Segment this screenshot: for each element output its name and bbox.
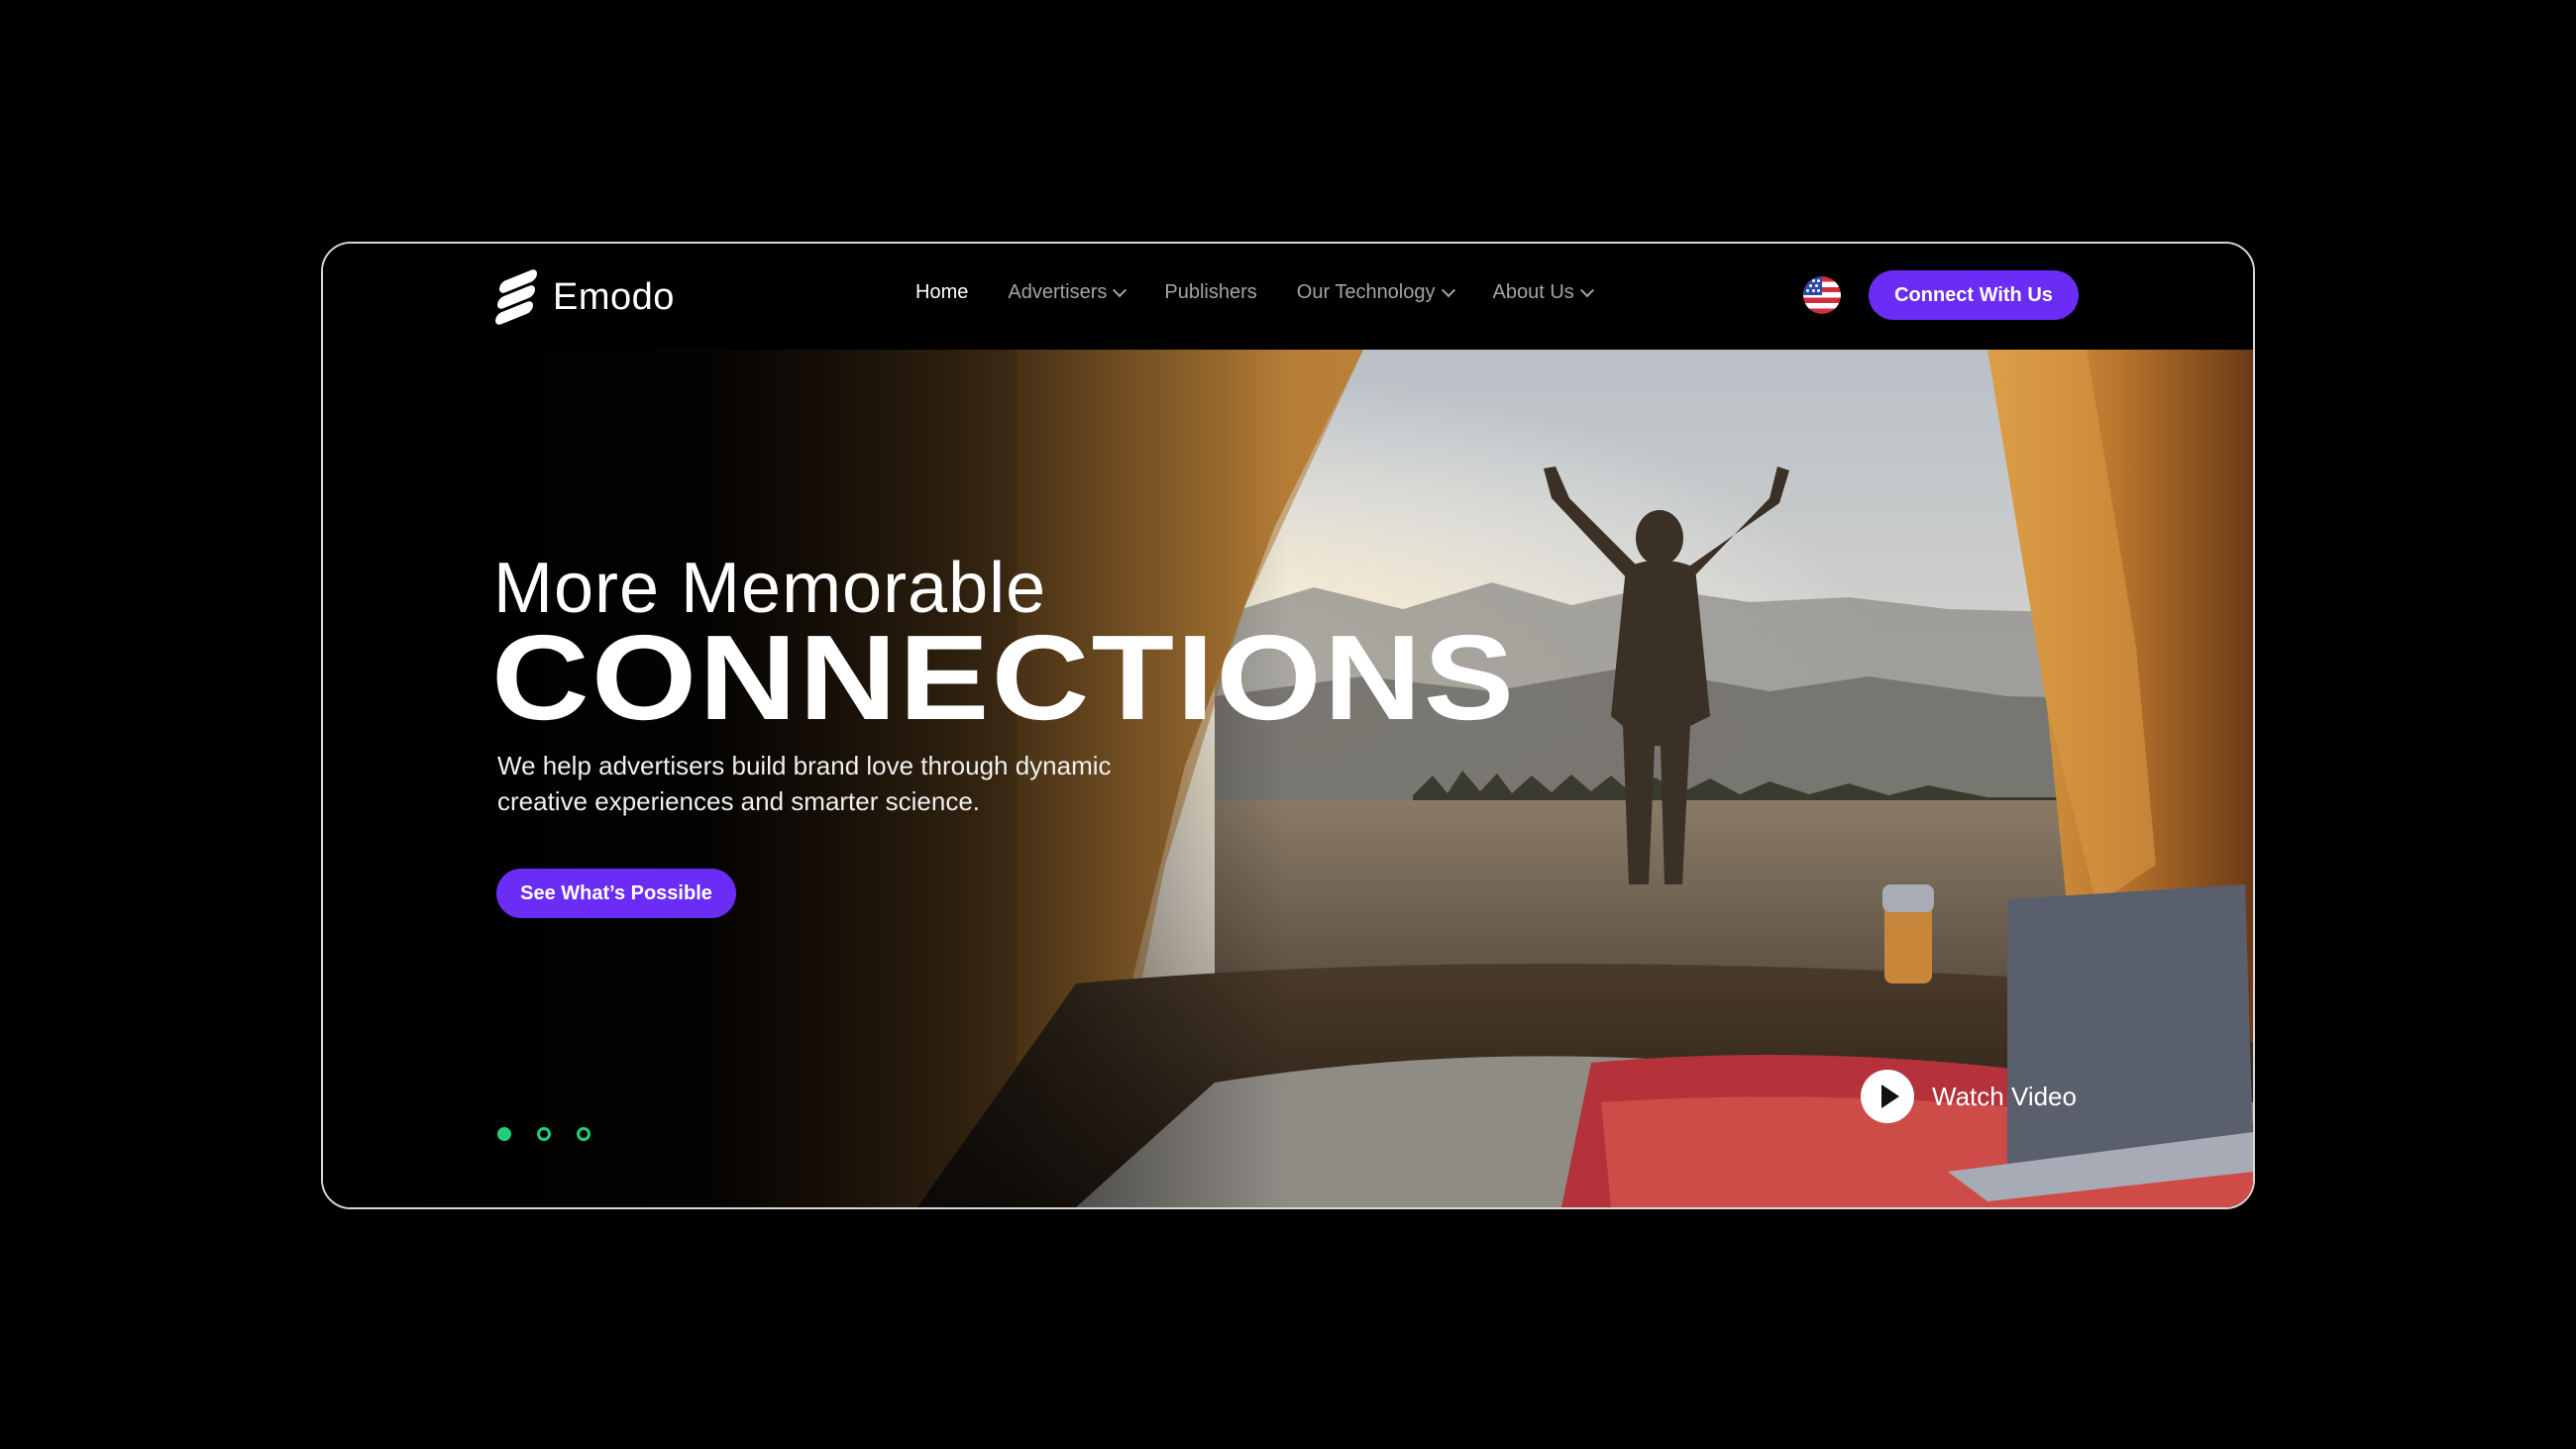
brand-name: Emodo <box>553 275 675 318</box>
slide-dot-1[interactable] <box>497 1127 511 1141</box>
chevron-down-icon <box>1113 282 1127 297</box>
brand-logo[interactable]: Emodo <box>495 267 675 327</box>
chevron-down-icon <box>1441 282 1455 297</box>
see-whats-possible-button[interactable]: See What’s Possible <box>496 869 736 918</box>
browser-frame: Emodo Home Advertisers Publishers Our Te… <box>321 242 2255 1209</box>
site-header: Emodo Home Advertisers Publishers Our Te… <box>323 244 2253 350</box>
hero-section: More Memorable CONNECTIONS We help adver… <box>323 350 2253 1207</box>
slide-dot-2[interactable] <box>537 1127 551 1141</box>
main-nav: Home Advertisers Publishers Our Technolo… <box>915 281 1594 304</box>
nav-item-label: Our Technology <box>1296 281 1436 303</box>
chevron-down-icon <box>1579 282 1594 297</box>
connect-with-us-button[interactable]: Connect With Us <box>1869 270 2079 320</box>
slide-dot-3[interactable] <box>577 1127 590 1141</box>
nav-item-label: Publishers <box>1164 281 1257 303</box>
hero-headline-main: CONNECTIONS <box>491 610 1517 745</box>
watch-video-button[interactable]: Watch Video <box>1861 1070 2077 1123</box>
watch-video-label: Watch Video <box>1932 1081 2077 1111</box>
nav-item-about-us[interactable]: About Us <box>1492 281 1594 304</box>
nav-item-our-technology[interactable]: Our Technology <box>1296 281 1455 304</box>
hero-subtext: We help advertisers build brand love thr… <box>497 751 1112 816</box>
play-icon <box>1861 1070 1914 1123</box>
nav-item-label: About Us <box>1492 281 1574 303</box>
nav-item-publishers[interactable]: Publishers <box>1164 281 1256 304</box>
flag-canton <box>1803 276 1822 295</box>
nav-item-advertisers[interactable]: Advertisers <box>1008 281 1127 304</box>
us-flag-icon[interactable] <box>1803 276 1841 314</box>
nav-item-label: Home <box>915 281 969 303</box>
emodo-logo-icon <box>495 267 537 327</box>
nav-item-label: Advertisers <box>1008 281 1108 303</box>
nav-item-home[interactable]: Home <box>915 281 968 304</box>
slide-indicator <box>497 1127 590 1141</box>
